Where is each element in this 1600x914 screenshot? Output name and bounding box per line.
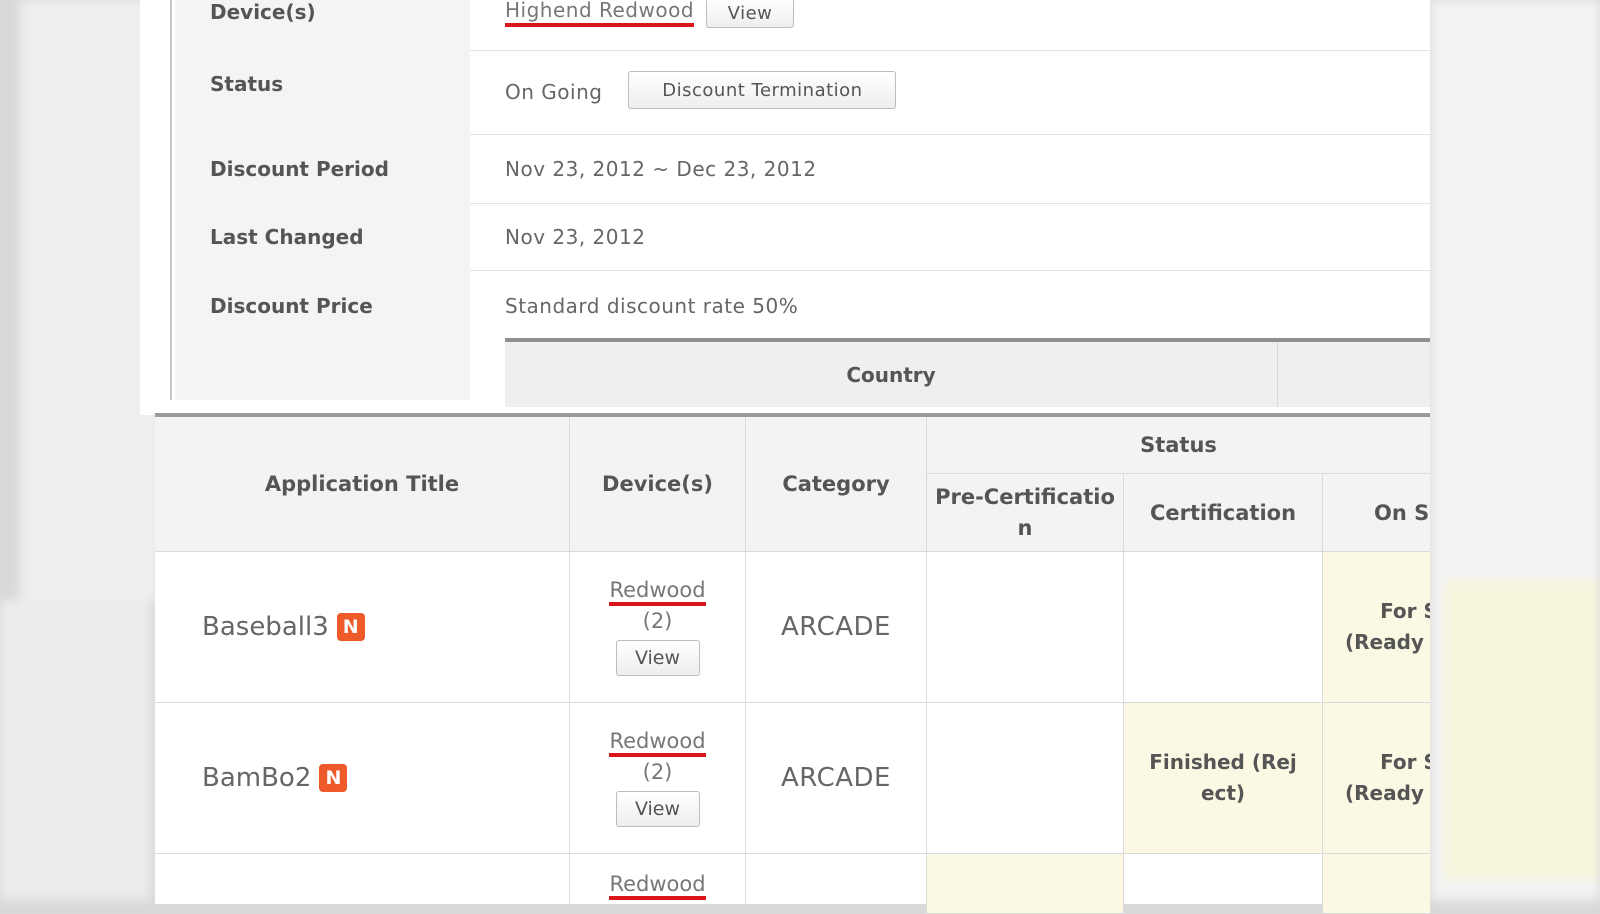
table-row-devices: Redwood (2) View [570,703,746,854]
devices-label: Device(s) [175,0,470,50]
app-title[interactable]: Baseball3 [202,612,329,642]
devices-row: Device(s) Highend Redwood View [175,0,1430,51]
device-count: (2) [642,609,673,633]
table-row-devices: Redwood (2) View [570,552,746,703]
on-sale-status: For S (Ready ang [1345,750,1430,805]
certification-status: Finished (Rej ect) [1149,750,1297,805]
application-table: Application Title Device(s) Category Sta… [155,413,1430,914]
table-row-app-title: BamBo2 N [155,703,570,854]
header-category: Category [746,417,927,552]
table-row-app-title [155,854,570,914]
on-sale-cell: For S (Ready ang [1323,703,1430,854]
column-divider [1277,342,1278,407]
discount-termination-button[interactable]: Discount Termination [628,71,897,109]
category-cell: ARCADE [746,552,927,703]
certification-cell [1124,552,1323,703]
category-cell: ARCADE [746,703,927,854]
status-value-area: On Going Discount Termination [505,50,1430,134]
device-count: (2) [642,760,673,784]
status-value: On Going [505,80,603,104]
status-label: Status [175,50,470,134]
country-header: Country [846,362,936,387]
last-changed-row: Last Changed Nov 23, 2012 [175,203,1430,271]
background-panel-left [20,0,160,600]
on-sale-cell [1323,854,1430,914]
devices-value: Highend Redwood View [505,0,1430,50]
header-status: Status [927,417,1430,474]
status-row: Status On Going Discount Termination [175,50,1430,135]
last-changed-label: Last Changed [175,203,470,270]
header-on-sale: On S [1323,474,1430,552]
view-button[interactable]: View [615,791,700,827]
new-badge-icon: N [319,764,348,792]
country-table-header: Country [505,338,1430,407]
last-changed-value: Nov 23, 2012 [505,224,646,249]
panel-border [170,0,172,400]
table-row-devices: Redwood [570,854,746,914]
new-badge-icon: N [336,613,365,641]
header-devices: Device(s) [570,417,746,552]
pre-certification-cell [927,552,1124,703]
certification-cell [1124,854,1323,914]
certification-cell: Finished (Rej ect) [1124,703,1323,854]
discount-period-row: Discount Period Nov 23, 2012 ~ Dec 23, 2… [175,134,1430,204]
discount-period-value: Nov 23, 2012 ~ Dec 23, 2012 [505,156,817,181]
on-sale-status: For S (Ready ang [1345,599,1430,654]
discount-price-label: Discount Price [175,270,470,400]
header-pre-certification: Pre-Certificatio n [927,474,1124,552]
category-cell [746,854,927,914]
on-sale-cell: For S (Ready ang [1323,552,1430,703]
table-row-app-title: Baseball3 N [155,552,570,703]
pre-certification-cell [927,854,1124,914]
pre-certification-cell [927,703,1124,854]
device-link[interactable]: Redwood [609,578,706,606]
header-application-title: Application Title [155,417,570,552]
device-link[interactable]: Highend Redwood [505,0,695,27]
header-certification: Certification [1124,474,1323,552]
view-button[interactable]: View [615,640,700,676]
app-title[interactable]: BamBo2 [202,763,311,793]
device-link[interactable]: Redwood [609,729,706,757]
discount-period-label: Discount Period [175,134,470,203]
device-link[interactable]: Redwood [609,872,706,900]
background-panel-bottom [0,600,150,900]
view-devices-button[interactable]: View [706,0,795,28]
background-highlight [1445,580,1600,880]
